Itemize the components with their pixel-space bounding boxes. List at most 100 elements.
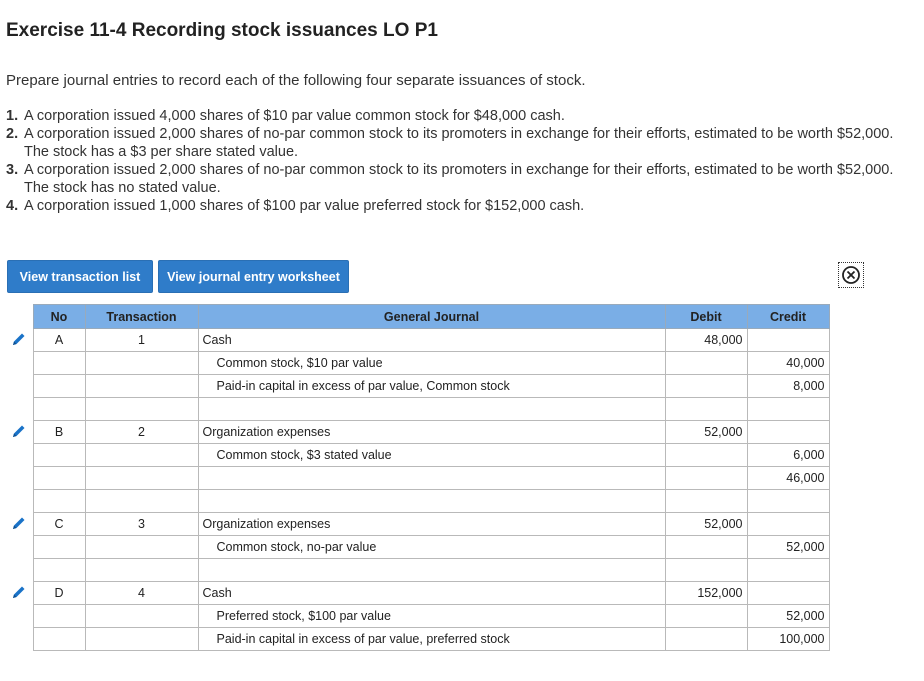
transaction-cell bbox=[84, 351, 199, 375]
entry-no-cell bbox=[32, 489, 86, 513]
entry-no-cell bbox=[32, 351, 86, 375]
credit-cell bbox=[746, 581, 830, 605]
account-cell: Paid-in capital in excess of par value, … bbox=[197, 627, 666, 651]
credit-cell: 52,000 bbox=[746, 535, 830, 559]
credit-cell: 6,000 bbox=[746, 443, 830, 467]
account-cell: Common stock, no-par value bbox=[197, 535, 666, 559]
pencil-icon[interactable] bbox=[6, 582, 33, 605]
journal-row: Common stock, $3 stated value 6,000 bbox=[6, 443, 830, 467]
entry-no-cell bbox=[32, 604, 86, 628]
transaction-cell: 2 bbox=[84, 420, 199, 444]
journal-row: B 2 Organization expenses 52,000 bbox=[6, 420, 830, 444]
entry-no-cell bbox=[32, 466, 86, 490]
journal-row: Common stock, no-par value 52,000 bbox=[6, 535, 830, 559]
journal-row: Paid-in capital in excess of par value, … bbox=[6, 627, 830, 651]
entry-no-cell bbox=[32, 558, 86, 582]
entry-no-cell bbox=[32, 627, 86, 651]
account-cell: Common stock, $10 par value bbox=[197, 351, 666, 375]
entry-no-cell: B bbox=[32, 420, 86, 444]
issuance-item: 1. A corporation issued 4,000 shares of $… bbox=[6, 107, 918, 125]
debit-cell bbox=[664, 558, 748, 582]
journal-row: D 4 Cash 152,000 bbox=[6, 581, 830, 605]
credit-cell: 8,000 bbox=[746, 374, 830, 398]
pencil-icon[interactable] bbox=[6, 421, 33, 444]
debit-cell: 152,000 bbox=[664, 581, 748, 605]
debit-cell bbox=[664, 535, 748, 559]
item-number: 2. bbox=[6, 126, 19, 142]
item-text: A corporation issued 2,000 shares of no-… bbox=[24, 126, 894, 160]
transaction-cell bbox=[84, 627, 199, 651]
col-header-no: No bbox=[32, 304, 86, 329]
journal-row: C 3 Organization expenses 52,000 bbox=[6, 512, 830, 536]
credit-cell: 40,000 bbox=[746, 351, 830, 375]
instructions: Prepare journal entries to record each o… bbox=[6, 72, 586, 89]
debit-cell bbox=[664, 351, 748, 375]
account-cell bbox=[197, 466, 666, 490]
transaction-cell bbox=[84, 397, 199, 421]
col-header-general-journal: General Journal bbox=[197, 304, 666, 329]
journal-row: A 1 Cash 48,000 bbox=[6, 328, 830, 352]
credit-cell: 52,000 bbox=[746, 604, 830, 628]
account-cell: Cash bbox=[197, 581, 666, 605]
col-header-credit: Credit bbox=[746, 304, 830, 329]
general-journal-table: No Transaction General Journal Debit Cre… bbox=[6, 304, 830, 651]
entry-no-cell bbox=[32, 535, 86, 559]
transaction-cell: 1 bbox=[84, 328, 199, 352]
journal-row: Common stock, $10 par value 40,000 bbox=[6, 351, 830, 375]
close-icon[interactable] bbox=[838, 262, 864, 288]
col-header-transaction: Transaction bbox=[84, 304, 199, 329]
entry-no-cell: A bbox=[32, 328, 86, 352]
view-journal-entry-worksheet-button[interactable]: View journal entry worksheet bbox=[158, 260, 349, 293]
entry-no-cell bbox=[32, 443, 86, 467]
journal-row bbox=[6, 397, 830, 421]
transaction-cell bbox=[84, 535, 199, 559]
debit-cell bbox=[664, 374, 748, 398]
transaction-cell bbox=[84, 374, 199, 398]
account-cell: Preferred stock, $100 par value bbox=[197, 604, 666, 628]
debit-cell bbox=[664, 466, 748, 490]
credit-cell bbox=[746, 489, 830, 513]
account-cell bbox=[197, 489, 666, 513]
issuance-item: 3. A corporation issued 2,000 shares of n… bbox=[6, 161, 918, 197]
credit-cell bbox=[746, 420, 830, 444]
debit-cell bbox=[664, 627, 748, 651]
journal-row: 46,000 bbox=[6, 466, 830, 490]
debit-cell: 48,000 bbox=[664, 328, 748, 352]
credit-cell bbox=[746, 512, 830, 536]
transaction-cell bbox=[84, 466, 199, 490]
account-cell: Paid-in capital in excess of par value, … bbox=[197, 374, 666, 398]
view-transaction-list-button[interactable]: View transaction list bbox=[7, 260, 153, 293]
item-number: 4. bbox=[6, 198, 19, 214]
credit-cell bbox=[746, 558, 830, 582]
journal-row bbox=[6, 489, 830, 513]
account-cell: Organization expenses bbox=[197, 512, 666, 536]
account-cell bbox=[197, 397, 666, 421]
page-title: Exercise 11-4 Recording stock issuances … bbox=[6, 20, 438, 41]
account-cell bbox=[197, 558, 666, 582]
journal-row bbox=[6, 558, 830, 582]
transaction-cell: 4 bbox=[84, 581, 199, 605]
issuance-item: 4. A corporation issued 1,000 shares of $… bbox=[6, 197, 918, 215]
transaction-cell bbox=[84, 604, 199, 628]
credit-cell bbox=[746, 328, 830, 352]
issuance-item: 2. A corporation issued 2,000 shares of n… bbox=[6, 125, 918, 161]
journal-row: Preferred stock, $100 par value 52,000 bbox=[6, 604, 830, 628]
item-number: 3. bbox=[6, 162, 19, 178]
entry-no-cell bbox=[32, 374, 86, 398]
item-text: A corporation issued 4,000 shares of $10… bbox=[24, 108, 565, 124]
debit-cell: 52,000 bbox=[664, 512, 748, 536]
pencil-icon[interactable] bbox=[6, 513, 33, 536]
item-number: 1. bbox=[6, 108, 19, 124]
item-text: A corporation issued 1,000 shares of $10… bbox=[24, 198, 585, 214]
col-header-debit: Debit bbox=[664, 304, 748, 329]
transaction-cell: 3 bbox=[84, 512, 199, 536]
account-cell: Cash bbox=[197, 328, 666, 352]
pencil-icon[interactable] bbox=[6, 329, 33, 352]
account-cell: Common stock, $3 stated value bbox=[197, 443, 666, 467]
debit-cell bbox=[664, 397, 748, 421]
credit-cell: 100,000 bbox=[746, 627, 830, 651]
journal-row: Paid-in capital in excess of par value, … bbox=[6, 374, 830, 398]
credit-cell bbox=[746, 397, 830, 421]
entry-no-cell bbox=[32, 397, 86, 421]
debit-cell: 52,000 bbox=[664, 420, 748, 444]
